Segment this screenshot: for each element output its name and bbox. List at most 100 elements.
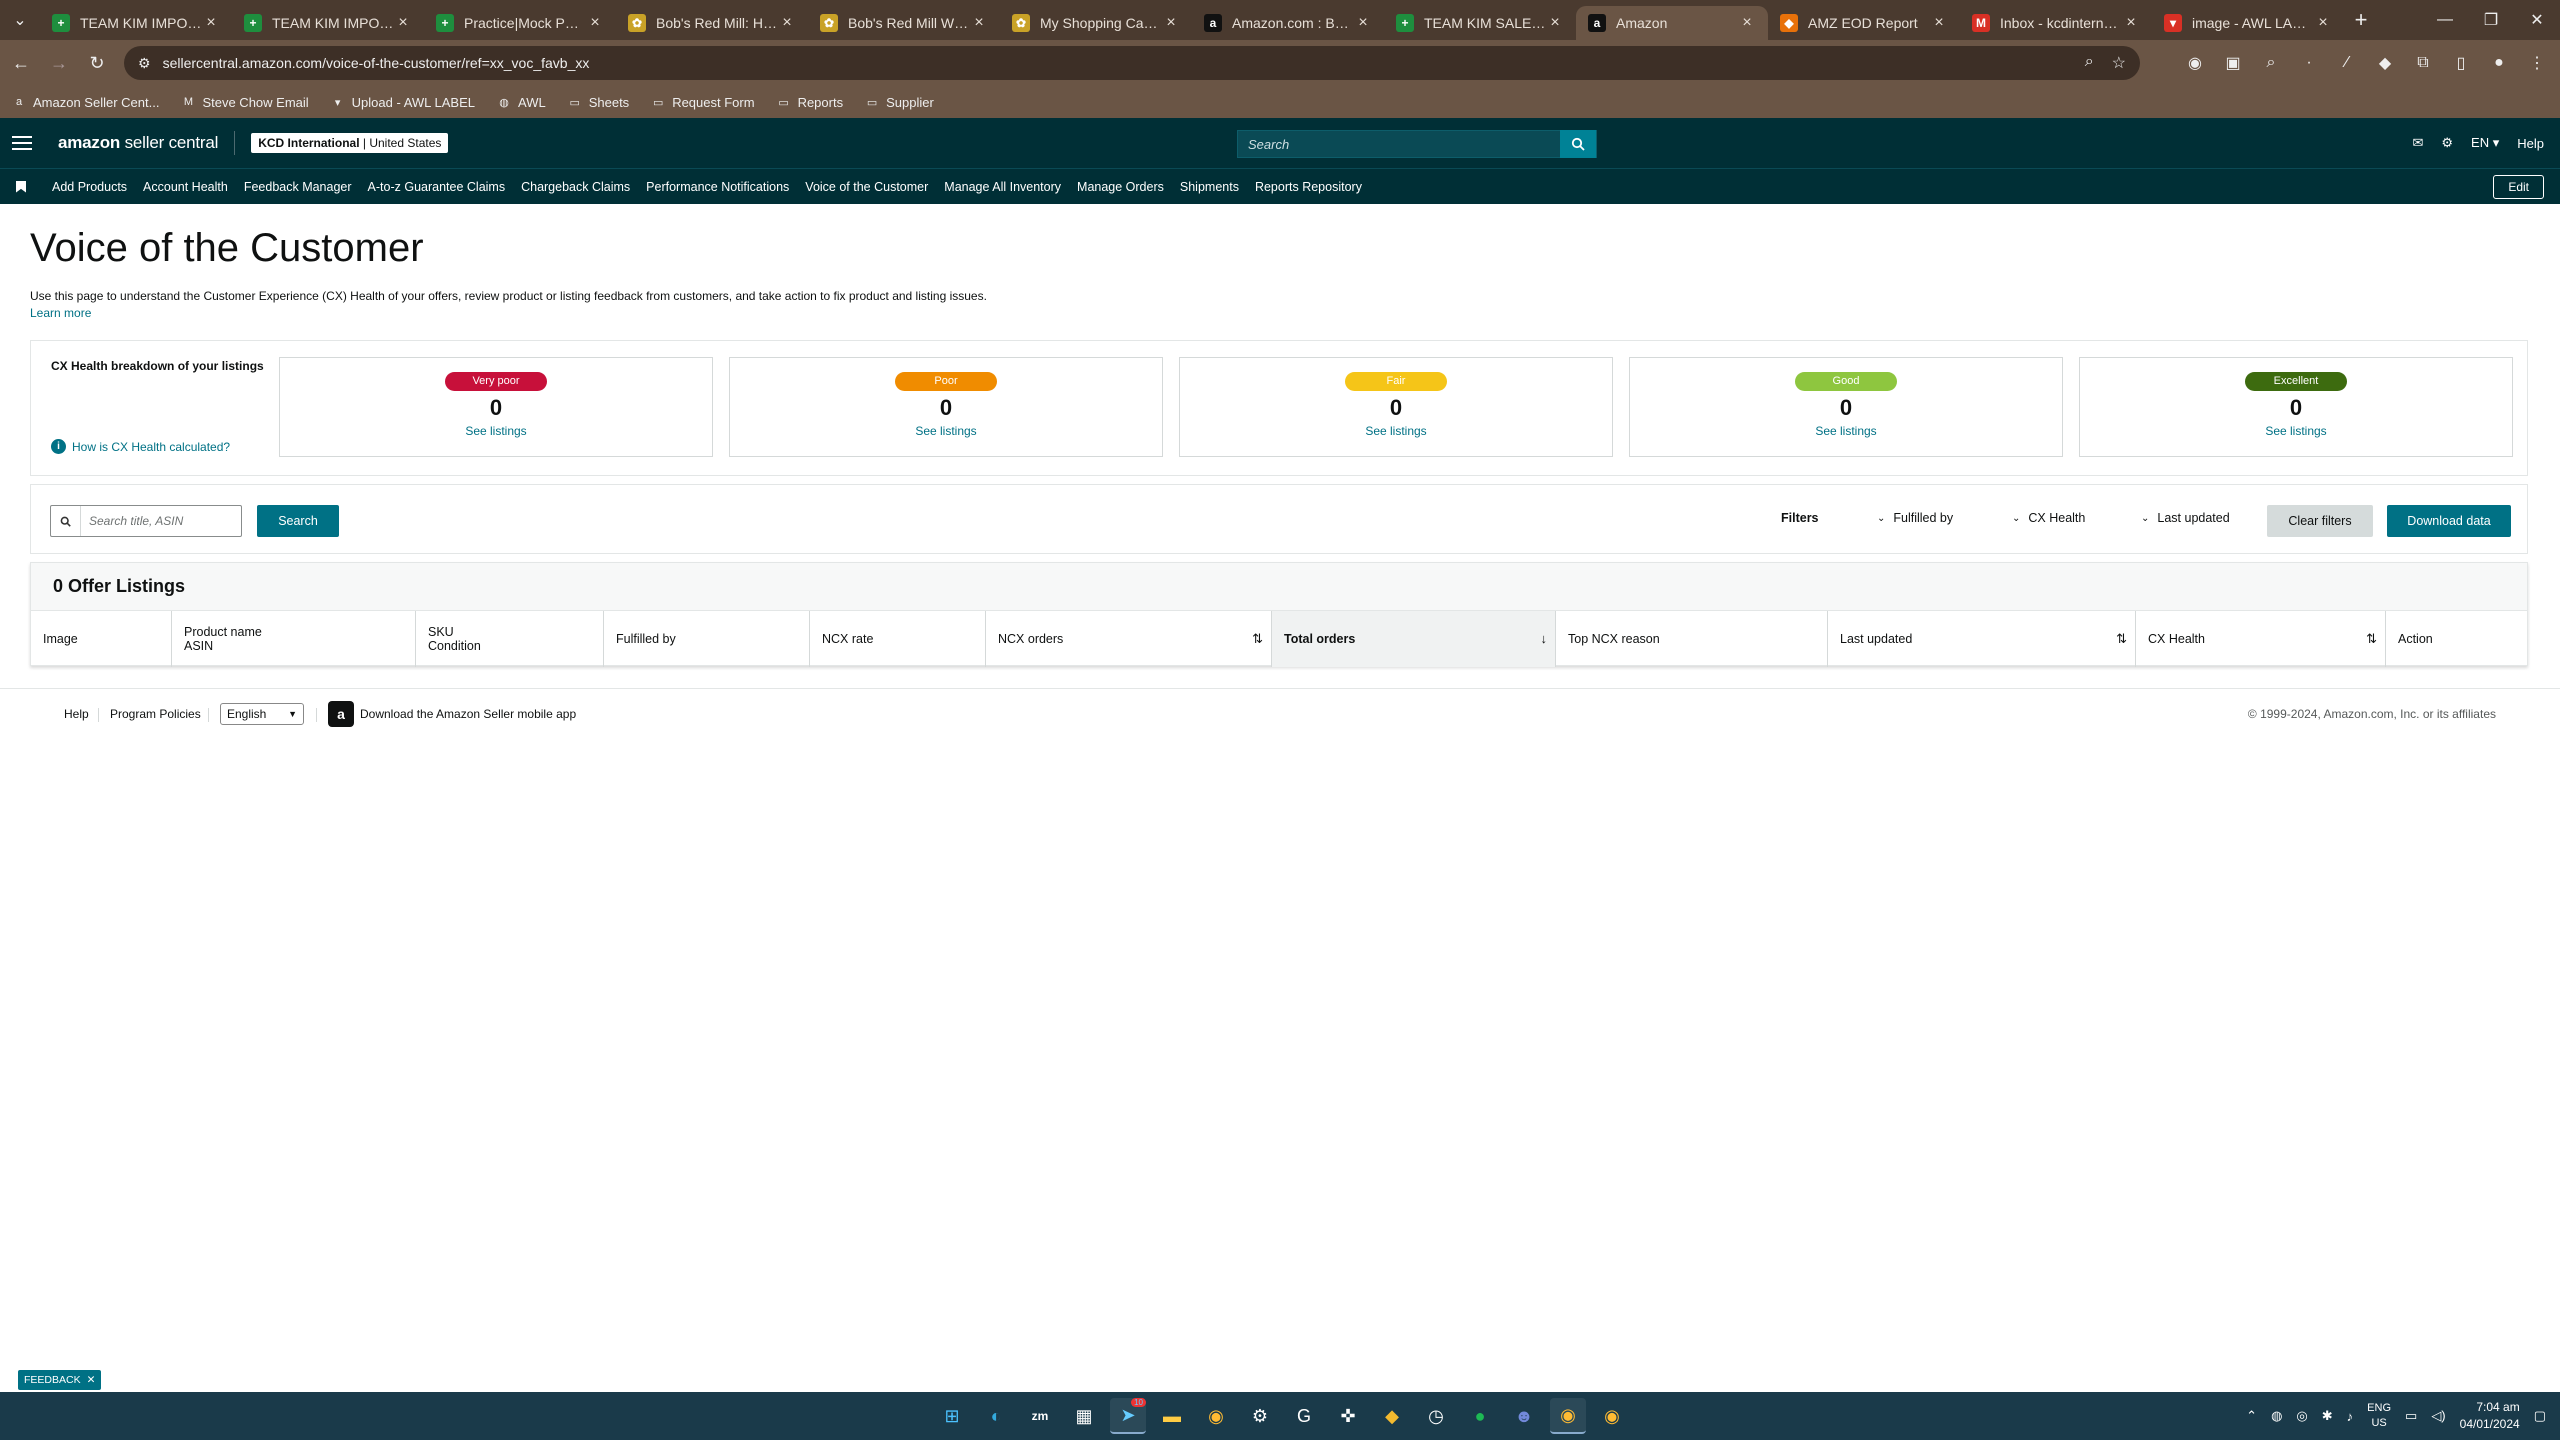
help-link[interactable]: Help <box>2517 136 2544 151</box>
mobile-app-link[interactable]: Download the Amazon Seller mobile app <box>360 707 576 721</box>
close-window-icon[interactable]: ✕ <box>2514 0 2560 40</box>
nav-item[interactable]: Manage All Inventory <box>944 180 1061 194</box>
sort-icon[interactable]: ⇅ <box>2366 631 2377 647</box>
see-listings-link[interactable]: See listings <box>1180 424 1612 438</box>
nav-item[interactable]: Manage Orders <box>1077 180 1164 194</box>
spotify-icon[interactable]: ● <box>1462 1398 1498 1434</box>
calculator-icon[interactable]: ▦ <box>1066 1398 1102 1434</box>
tab-close-icon[interactable]: × <box>1738 14 1756 32</box>
bookmark-item[interactable]: ▭ Supplier <box>865 95 934 110</box>
site-info-icon[interactable]: ⚙ <box>138 55 151 72</box>
sort-icon[interactable]: ⇅ <box>2116 631 2127 647</box>
see-listings-link[interactable]: See listings <box>2080 424 2512 438</box>
profile-icon[interactable]: ● <box>2486 54 2512 72</box>
new-tab-button[interactable]: + <box>2344 7 2378 33</box>
column-header[interactable]: Last updated ⇅ <box>1827 611 2135 667</box>
footer-language-select[interactable]: English ▼ <box>220 703 304 725</box>
side-panel-icon[interactable]: ▯ <box>2448 53 2474 73</box>
nav-item[interactable]: Performance Notifications <box>646 180 789 194</box>
minimize-icon[interactable]: — <box>2422 0 2468 40</box>
browser-tab[interactable]: a Amazon.com : Bob's Re× <box>1192 6 1384 40</box>
learn-more-link[interactable]: Learn more <box>30 306 91 320</box>
edit-nav-button[interactable]: Edit <box>2493 175 2544 199</box>
browser-menu-icon[interactable]: ⋮ <box>2524 53 2550 73</box>
cx-health-info-link[interactable]: i How is CX Health calculated? <box>51 439 230 454</box>
column-header[interactable]: Total orders ↓ <box>1271 611 1555 667</box>
account-switcher[interactable]: KCD International | United States <box>251 133 449 153</box>
nav-item[interactable]: Voice of the Customer <box>805 180 928 194</box>
download-data-button[interactable]: Download data <box>2387 505 2511 537</box>
notifications-icon[interactable]: ▢ <box>2534 1408 2546 1424</box>
language-selector[interactable]: EN ▾ <box>2471 135 2499 151</box>
bookmark-item[interactable]: M Steve Chow Email <box>181 95 309 110</box>
chrome-profile2-icon[interactable]: ◉ <box>1594 1398 1630 1434</box>
tab-search-icon[interactable]: ⌄ <box>0 0 40 40</box>
tab-close-icon[interactable]: × <box>1162 14 1180 32</box>
nav-item[interactable]: A-to-z Guarantee Claims <box>368 180 506 194</box>
browser-tab[interactable]: a Amazon × <box>1576 6 1768 40</box>
mic-tray-icon[interactable]: ♪ <box>2347 1409 2354 1424</box>
bookmark-item[interactable]: ▾ Upload - AWL LABEL <box>331 95 475 110</box>
header-search-button[interactable] <box>1560 130 1596 158</box>
browser-tab[interactable]: + TEAM KIM IMPORTANT× <box>232 6 424 40</box>
fulfilled-by-filter[interactable]: ⌄ Fulfilled by <box>1877 511 1953 525</box>
see-listings-link[interactable]: See listings <box>1630 424 2062 438</box>
binance-icon[interactable]: ◆ <box>1374 1398 1410 1434</box>
tab-close-icon[interactable]: × <box>586 14 604 32</box>
bookmark-item[interactable]: ▭ Sheets <box>568 95 630 110</box>
browser-tab[interactable]: ✿ My Shopping Cart - Vit× <box>1000 6 1192 40</box>
zoom-icon[interactable]: ⌕ <box>2085 53 2094 73</box>
program-policies-link[interactable]: Program Policies <box>110 707 201 721</box>
back-icon[interactable]: ← <box>4 46 38 80</box>
tab-close-icon[interactable]: × <box>970 14 988 32</box>
search-ext-icon[interactable]: ⌕ <box>2258 54 2284 72</box>
bookmark-item[interactable]: a Amazon Seller Cent... <box>12 95 160 110</box>
browser-tab[interactable]: ✿ Bob's Red Mill: Healthy× <box>616 6 808 40</box>
cx-health-filter[interactable]: ⌄ CX Health <box>2012 511 2085 525</box>
discord-icon[interactable]: ☻ <box>1506 1398 1542 1434</box>
tab-close-icon[interactable]: × <box>394 14 412 32</box>
browser-tab[interactable]: M Inbox - kcdinternationa× <box>1960 6 2152 40</box>
game-icon[interactable]: ✜ <box>1330 1398 1366 1434</box>
last-updated-filter[interactable]: ⌄ Last updated <box>2141 511 2230 525</box>
hamburger-menu-icon[interactable] <box>12 132 32 154</box>
tab-close-icon[interactable]: × <box>2314 14 2332 32</box>
browser-tab[interactable]: + TEAM KIM SALES MONT× <box>1384 6 1576 40</box>
see-listings-link[interactable]: See listings <box>730 424 1162 438</box>
column-header[interactable]: CX Health ⇅ <box>2135 611 2385 667</box>
browser-tab[interactable]: + Practice|Mock PR - Goo× <box>424 6 616 40</box>
bluetooth-tray-icon[interactable]: ✱ <box>2322 1408 2333 1424</box>
url-input[interactable]: ⚙ sellercentral.amazon.com/voice-of-the-… <box>124 46 2140 80</box>
input-language[interactable]: ENG US <box>2367 1401 2391 1431</box>
ext-off-icon[interactable]: ▣ <box>2220 53 2246 73</box>
ext-diamond-icon[interactable]: ◆ <box>2372 53 2398 73</box>
clock-app-icon[interactable]: ◷ <box>1418 1398 1454 1434</box>
ext-dot-icon[interactable]: · <box>2296 54 2322 72</box>
volume-icon[interactable]: ◁) <box>2431 1408 2445 1424</box>
chrome-profile-icon[interactable]: ◉ <box>1550 1398 1586 1434</box>
chrome-icon[interactable]: ◉ <box>1198 1398 1234 1434</box>
bookmark-star-icon[interactable]: ☆ <box>2112 53 2126 73</box>
listing-search-input[interactable]: Search title, ASIN <box>50 505 242 537</box>
reload-icon[interactable]: ↻ <box>80 46 114 80</box>
nav-item[interactable]: Shipments <box>1180 180 1239 194</box>
sort-icon[interactable]: ↓ <box>1541 631 1548 646</box>
ext-slash-icon[interactable]: ⁄ <box>2334 54 2360 72</box>
forward-icon[interactable]: → <box>42 46 76 80</box>
restore-icon[interactable]: ❐ <box>2468 0 2514 40</box>
system-clock[interactable]: 7:04 am 04/01/2024 <box>2460 1399 2520 1433</box>
bookmark-item[interactable]: ▭ Request Form <box>651 95 755 110</box>
extensions-puzzle-icon[interactable]: ⧉ <box>2410 54 2436 72</box>
chrome-ext-icon[interactable]: ◉ <box>2182 53 2208 73</box>
sort-icon[interactable]: ⇅ <box>1252 631 1263 647</box>
network-icon[interactable]: ▭ <box>2405 1408 2417 1424</box>
column-header[interactable]: NCX orders ⇅ <box>985 611 1271 667</box>
tab-close-icon[interactable]: × <box>1930 14 1948 32</box>
see-listings-link[interactable]: See listings <box>280 424 712 438</box>
search-button[interactable]: Search <box>257 505 339 537</box>
nav-item[interactable]: Reports Repository <box>1255 180 1362 194</box>
nav-item[interactable]: Chargeback Claims <box>521 180 630 194</box>
header-search[interactable]: Search <box>1237 130 1597 158</box>
bookmark-icon[interactable] <box>16 180 26 193</box>
ghub-icon[interactable]: G <box>1286 1398 1322 1434</box>
